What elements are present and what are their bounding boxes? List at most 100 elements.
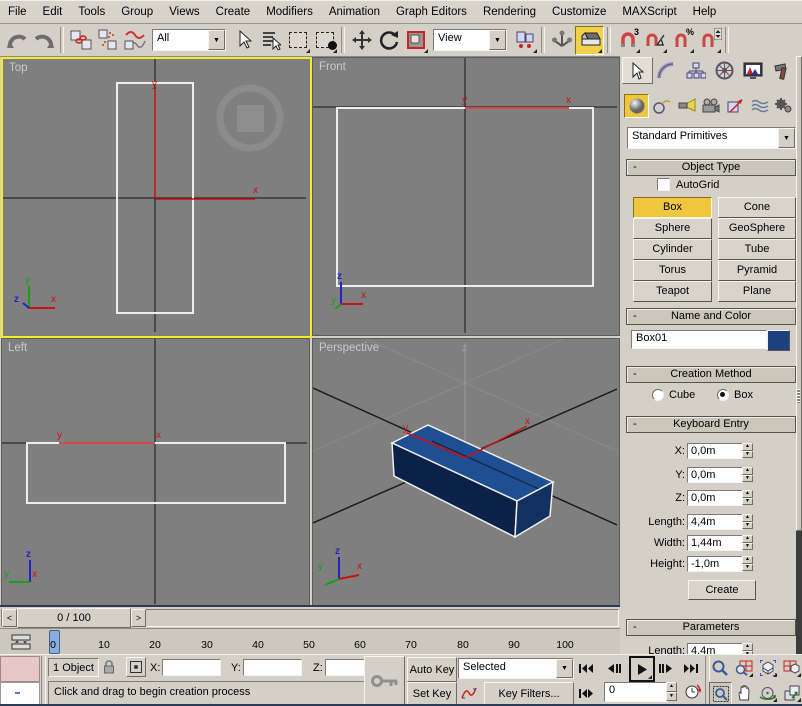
percent-snap-button[interactable]: % (668, 27, 695, 54)
time-slider-thumb[interactable]: 0 / 100 (17, 608, 131, 628)
window-crossing-button[interactable] (311, 27, 338, 54)
key-scope-dropdown[interactable]: Selected ▼ (458, 658, 574, 679)
redo-button[interactable] (30, 27, 57, 54)
play-button[interactable] (629, 656, 655, 682)
menu-views[interactable]: Views (161, 3, 207, 21)
category-helpers[interactable] (724, 94, 747, 118)
rollout-object-type[interactable]: - Object Type (626, 159, 796, 176)
viewport-top-label[interactable]: Top (9, 62, 28, 74)
rollout-name-color[interactable]: - Name and Color (626, 308, 796, 325)
zoom-button[interactable] (709, 657, 730, 678)
object-type-plane[interactable]: Plane (718, 281, 796, 302)
category-shapes[interactable] (650, 94, 673, 118)
ke-z-field[interactable]: 0,0m (687, 490, 743, 506)
panel-resize-grip[interactable] (797, 389, 800, 403)
zoom-extents-button[interactable] (757, 657, 778, 678)
menu-customize[interactable]: Customize (544, 3, 614, 21)
select-by-name-button[interactable] (257, 27, 284, 54)
select-and-move-button[interactable] (348, 27, 375, 54)
viewport-front[interactable]: Front y x z y x (312, 57, 620, 336)
object-type-cylinder[interactable]: Cylinder (633, 239, 712, 260)
menu-modifiers[interactable]: Modifiers (258, 3, 321, 21)
tab-utilities[interactable] (767, 57, 796, 84)
maxscript-listener-macro[interactable] (0, 656, 40, 682)
next-frame-button[interactable] (655, 657, 675, 680)
coord-y-field[interactable] (243, 659, 302, 676)
current-frame-field[interactable]: 0 (604, 682, 668, 702)
viewport-perspective-canvas[interactable]: z y x z y x (313, 339, 617, 604)
object-type-torus[interactable]: Torus (633, 260, 712, 281)
reference-coordinate-dropdown[interactable]: View ▼ (433, 29, 507, 51)
tab-modify[interactable] (653, 57, 682, 84)
ke-y-field[interactable]: 0,0m (687, 467, 743, 483)
tab-motion[interactable] (710, 57, 739, 84)
rollout-creation-method[interactable]: - Creation Method (626, 366, 796, 383)
object-type-geosphere[interactable]: GeoSphere (718, 218, 796, 239)
maximize-viewport-toggle[interactable] (781, 682, 802, 703)
zoom-all-button[interactable] (733, 657, 754, 678)
ke-length-spinner[interactable]: ▲▼ (742, 514, 753, 529)
viewport-top-canvas[interactable]: y x y x z (3, 59, 306, 332)
menu-graph-editors[interactable]: Graph Editors (388, 3, 475, 21)
pan-button[interactable] (733, 682, 754, 703)
selection-region-button[interactable] (284, 27, 311, 54)
key-scope-arrow[interactable]: ▼ (556, 659, 573, 678)
select-and-scale-button[interactable] (402, 27, 429, 54)
viewport-top[interactable]: Top y x y x z (1, 57, 312, 338)
go-to-end-button[interactable] (681, 657, 701, 680)
viewport-front-label[interactable]: Front (319, 61, 346, 73)
viewport-left-canvas[interactable]: y x z y x (2, 339, 307, 604)
menu-create[interactable]: Create (208, 3, 259, 21)
menu-tools[interactable]: Tools (70, 3, 113, 21)
category-geometry[interactable] (624, 94, 649, 118)
object-color-swatch[interactable] (767, 330, 790, 351)
arc-rotate-button[interactable] (757, 682, 778, 703)
spinner-snap-button[interactable] (695, 27, 722, 54)
creation-method-box-radio[interactable] (717, 389, 729, 401)
coord-x-field[interactable] (162, 659, 221, 676)
mini-curve-editor-button[interactable] (5, 631, 37, 652)
viewport-perspective[interactable]: Perspective z y x z y x (312, 338, 620, 607)
ke-height-field[interactable]: -1,0m (687, 556, 743, 572)
ke-x-field[interactable]: 0,0m (687, 443, 743, 459)
rollout-parameters[interactable]: - Parameters (626, 619, 796, 636)
track-bar[interactable]: 0 10 20 30 40 50 60 70 80 90 100 (0, 628, 620, 655)
select-and-manipulate-button[interactable] (548, 27, 575, 54)
category-lights[interactable] (675, 94, 698, 118)
rollout-keyboard-entry[interactable]: - Keyboard Entry (626, 416, 796, 433)
time-slider-next-button[interactable]: > (131, 609, 146, 627)
autogrid-checkbox[interactable] (657, 178, 670, 191)
select-object-button[interactable] (230, 27, 257, 54)
time-configuration-button[interactable] (682, 681, 703, 702)
tab-create[interactable] (622, 57, 653, 84)
category-systems[interactable] (773, 94, 796, 118)
undo-button[interactable] (3, 27, 30, 54)
angle-snap-button[interactable] (641, 27, 668, 54)
ke-width-spinner[interactable]: ▲▼ (742, 535, 753, 550)
subcategory-arrow[interactable]: ▼ (778, 128, 795, 148)
ke-height-spinner[interactable]: ▲▼ (742, 556, 753, 571)
menu-edit[interactable]: Edit (35, 3, 71, 21)
category-space-warps[interactable] (748, 94, 771, 118)
default-in-out-tangents-button[interactable] (458, 682, 480, 703)
keyboard-override-toggle[interactable] (575, 26, 604, 55)
ke-x-spinner[interactable]: ▲▼ (742, 443, 753, 458)
object-type-teapot[interactable]: Teapot (633, 281, 712, 302)
set-key-button[interactable]: Set Key (407, 682, 457, 705)
ke-length-field[interactable]: 4,4m (687, 514, 743, 530)
ke-y-spinner[interactable]: ▲▼ (742, 467, 753, 482)
viewport-left[interactable]: Left y x z y x (1, 338, 310, 607)
key-mode-toggle[interactable] (576, 682, 596, 705)
viewport-left-label[interactable]: Left (8, 342, 27, 354)
tab-hierarchy[interactable] (681, 57, 710, 84)
use-center-button[interactable] (511, 27, 538, 54)
key-filters-button[interactable]: Key Filters... (484, 682, 574, 705)
menu-group[interactable]: Group (113, 3, 161, 21)
object-name-field[interactable]: Box01 (631, 330, 767, 349)
go-to-start-button[interactable] (576, 657, 596, 680)
ke-z-spinner[interactable]: ▲▼ (742, 490, 753, 505)
object-type-box[interactable]: Box (633, 197, 712, 218)
previous-frame-button[interactable] (604, 657, 624, 680)
selection-filter-dropdown[interactable]: All ▼ (152, 29, 226, 51)
selection-lock-toggle[interactable] (101, 658, 116, 675)
